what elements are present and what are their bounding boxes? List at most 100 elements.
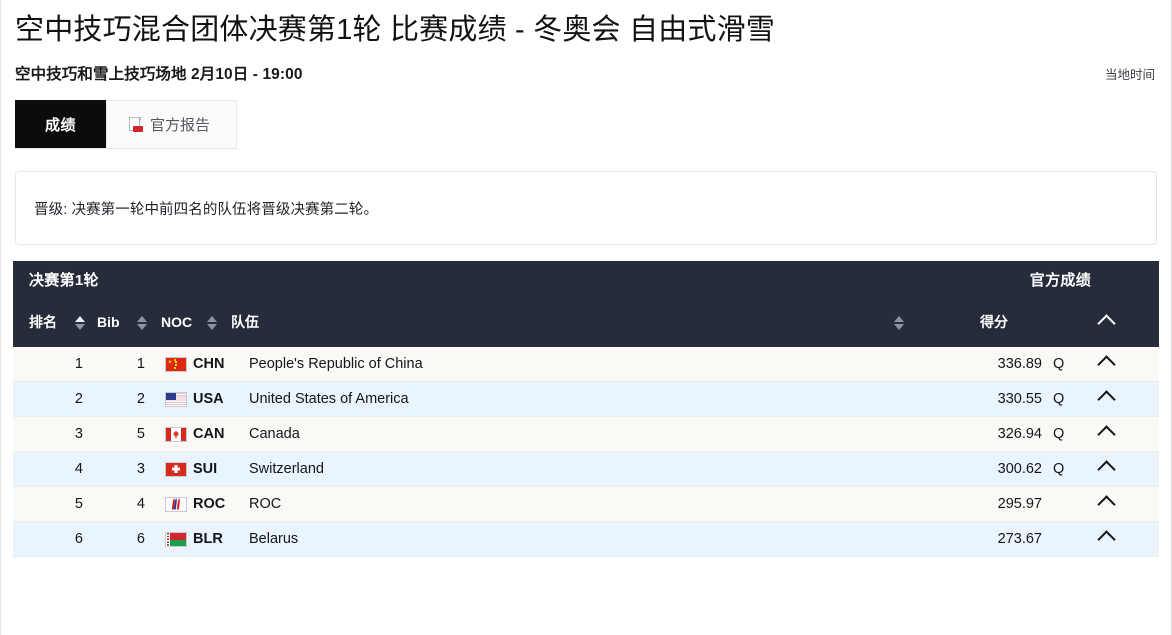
event-subtitle: 空中技巧和雪上技巧场地 2月10日 - 19:00 [15, 62, 303, 84]
chevron-up-icon[interactable] [1097, 460, 1115, 478]
local-time-label: 当地时间 [1105, 64, 1157, 84]
collapse-all-cell [1069, 314, 1143, 330]
cell-noc-code: CAN [193, 426, 224, 442]
official-results-label: 官方成绩 [1030, 269, 1143, 290]
cell-noc-code: CHN [193, 356, 224, 372]
sort-noc-icon-cell [207, 314, 231, 330]
cell-noc: CHN [165, 356, 245, 372]
table-row[interactable]: 66 BLR Belarus 273.67 [13, 522, 1159, 557]
flag-icon-blr [165, 532, 187, 547]
results-column-headers: 排名 Bib NOC 队伍 得分 [27, 297, 1145, 347]
page-header: 空中技巧混合团体决赛第1轮 比赛成绩 - 冬奥会 自由式滑雪 空中技巧和雪上技巧… [1, 0, 1171, 84]
cell-noc-code: SUI [193, 461, 217, 477]
qualified-badge: Q [1053, 461, 1069, 477]
cell-noc-code: USA [193, 391, 224, 407]
cell-team: ROC [245, 496, 879, 512]
cell-bib: 5 [105, 426, 151, 442]
cell-expand[interactable] [1069, 391, 1143, 407]
cell-score: 295.97 [919, 496, 1069, 512]
qualified-badge: Q [1053, 391, 1069, 407]
cell-team: Canada [245, 426, 879, 442]
qualification-notice-text: 晋级: 决赛第一轮中前四名的队伍将晋级决赛第二轮。 [16, 198, 378, 219]
cell-noc: ROC [165, 496, 245, 512]
column-header-noc[interactable]: NOC [161, 314, 207, 330]
sort-rank-icon-cell [75, 314, 97, 330]
cell-noc: BLR [165, 531, 245, 547]
results-rows: 11CHNPeople's Republic of China336.89Q22… [13, 347, 1159, 557]
chevron-up-icon[interactable] [1097, 355, 1115, 373]
cell-expand[interactable] [1069, 461, 1143, 477]
cell-rank: 3 [29, 426, 91, 442]
cell-score: 273.67 [919, 531, 1069, 547]
cell-team: Belarus [245, 531, 879, 547]
chevron-up-icon[interactable] [1097, 425, 1115, 443]
qualification-notice: 晋级: 决赛第一轮中前四名的队伍将晋级决赛第二轮。 [15, 171, 1157, 245]
cell-expand[interactable] [1069, 356, 1143, 372]
tab-results-label: 成绩 [45, 114, 76, 135]
page-root: 空中技巧混合团体决赛第1轮 比赛成绩 - 冬奥会 自由式滑雪 空中技巧和雪上技巧… [0, 0, 1172, 635]
tab-bar: 成绩 官方报告 [15, 100, 237, 149]
column-header-team[interactable]: 队伍 [231, 312, 879, 332]
cell-bib: 4 [105, 496, 151, 512]
sort-score-icon-cell [879, 314, 919, 330]
table-row[interactable]: 54 ROC ROC 295.97 [13, 487, 1159, 522]
sort-icon[interactable] [894, 316, 904, 330]
qualified-badge: Q [1053, 426, 1069, 442]
column-header-rank[interactable]: 排名 [29, 314, 75, 331]
cell-team: People's Republic of China [245, 356, 879, 372]
cell-bib: 1 [105, 356, 151, 372]
pdf-icon [129, 117, 143, 133]
tab-official-report[interactable]: 官方报告 [106, 100, 237, 148]
table-row[interactable]: 11 CHN People's Republic of China 336.89Q [13, 347, 1159, 382]
cell-noc: USA [165, 391, 245, 407]
cell-rank: 1 [29, 356, 91, 372]
cell-expand[interactable] [1069, 426, 1143, 442]
cell-noc: SUI [165, 461, 245, 477]
chevron-up-icon[interactable] [1097, 314, 1115, 332]
sort-icon[interactable] [207, 316, 217, 330]
page-title: 空中技巧混合团体决赛第1轮 比赛成绩 - 冬奥会 自由式滑雪 [15, 12, 1157, 48]
cell-rank: 6 [29, 531, 91, 547]
cell-noc-code: ROC [193, 496, 225, 512]
cell-rank: 2 [29, 391, 91, 407]
chevron-up-icon[interactable] [1097, 530, 1115, 548]
cell-expand[interactable] [1069, 531, 1143, 547]
cell-score: 326.94Q [919, 426, 1069, 442]
sort-ascending-icon[interactable] [75, 316, 85, 330]
column-header-bib[interactable]: Bib [97, 314, 137, 330]
cell-score: 300.62Q [919, 461, 1069, 477]
results-table-title-row: 决赛第1轮 官方成绩 [27, 261, 1145, 297]
cell-expand[interactable] [1069, 496, 1143, 512]
cell-bib: 2 [105, 391, 151, 407]
cell-rank: 5 [29, 496, 91, 512]
cell-bib: 3 [105, 461, 151, 477]
sort-icon[interactable] [137, 316, 147, 330]
flag-icon-can [165, 427, 187, 442]
sort-bib-icon-cell [137, 314, 161, 330]
cell-team: Switzerland [245, 461, 879, 477]
tab-official-report-label: 官方报告 [150, 114, 210, 135]
column-header-score[interactable]: 得分 [919, 312, 1069, 332]
results-section-title: 决赛第1轮 [29, 269, 99, 290]
cell-team: United States of America [245, 391, 879, 407]
column-header-rank-label: 排名 [29, 314, 57, 330]
cell-rank: 4 [29, 461, 91, 477]
cell-score: 330.55Q [919, 391, 1069, 407]
results-table: 决赛第1轮 官方成绩 排名 Bib NOC 队伍 [13, 261, 1159, 557]
flag-icon-roc [165, 497, 187, 512]
table-row[interactable]: 35 CAN Canada 326.94Q [13, 417, 1159, 452]
qualified-badge: Q [1053, 356, 1069, 372]
tab-results[interactable]: 成绩 [15, 100, 106, 148]
results-table-header: 决赛第1轮 官方成绩 排名 Bib NOC 队伍 [13, 261, 1159, 347]
chevron-up-icon[interactable] [1097, 495, 1115, 513]
chevron-up-icon[interactable] [1097, 390, 1115, 408]
cell-noc: CAN [165, 426, 245, 442]
table-row[interactable]: 22 USA United States of America 330.55Q [13, 382, 1159, 417]
flag-icon-usa [165, 392, 187, 407]
cell-bib: 6 [105, 531, 151, 547]
cell-score: 336.89Q [919, 356, 1069, 372]
table-row[interactable]: 43 SUI Switzerland 300.62Q [13, 452, 1159, 487]
flag-icon-sui [165, 462, 187, 477]
flag-icon-chn [165, 357, 187, 372]
cell-noc-code: BLR [193, 531, 223, 547]
